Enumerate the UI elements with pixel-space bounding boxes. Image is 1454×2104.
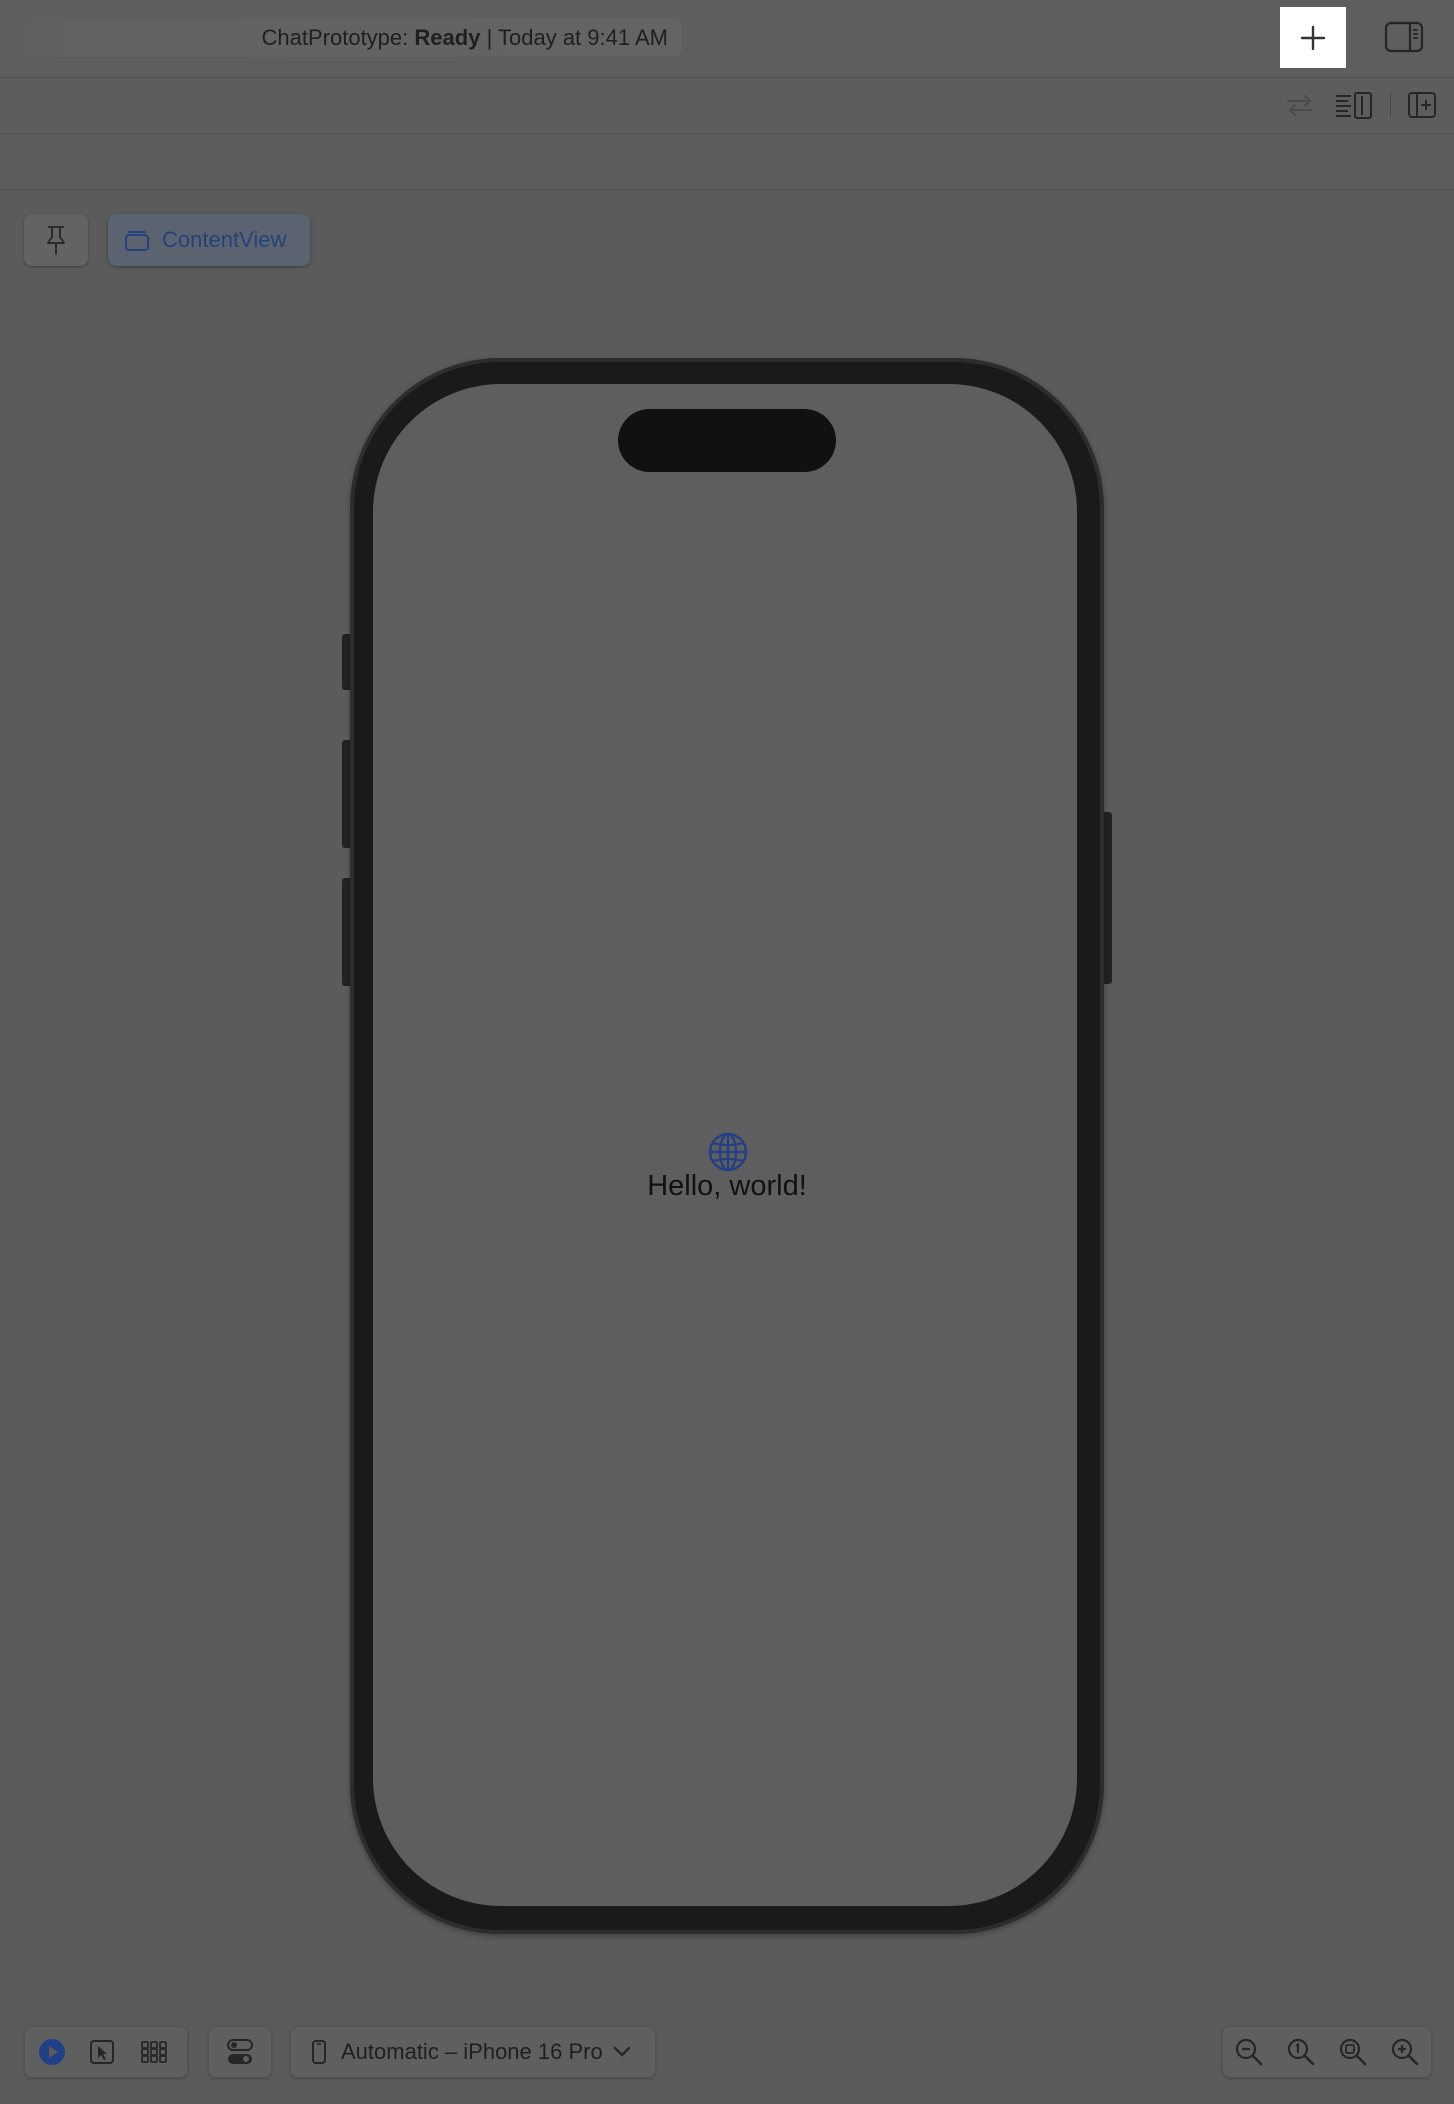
globe-icon xyxy=(708,1132,748,1172)
activity-status: ChatPrototype: Ready | Today at 9:41 AM xyxy=(0,18,682,57)
related-items-button[interactable] xyxy=(1284,90,1316,120)
preview-hello-text: Hello, world! xyxy=(647,1170,807,1202)
preview-mode-group xyxy=(24,2026,188,2078)
sidebar-right-icon xyxy=(1384,21,1424,53)
device-picker-label: Automatic – iPhone 16 Pro xyxy=(341,2039,603,2064)
pin-icon xyxy=(47,226,65,255)
status-project: ChatPrototype: xyxy=(261,25,409,50)
zoom-out-button[interactable] xyxy=(1235,2038,1263,2066)
status-timestamp: Today at 9:41 AM xyxy=(498,25,668,50)
zoom-in-icon xyxy=(1391,2038,1419,2066)
selectable-mode-button[interactable] xyxy=(79,2039,125,2065)
preview-globe xyxy=(707,1131,749,1173)
device-picker[interactable]: Automatic – iPhone 16 Pro xyxy=(290,2026,656,2078)
canvas-header-bar xyxy=(0,134,1454,190)
zoom-actual-size-button[interactable] xyxy=(1287,2038,1315,2066)
zoom-fit-icon xyxy=(1339,2038,1367,2066)
add-editor-icon xyxy=(1408,92,1436,118)
chevron-down-icon xyxy=(613,2046,630,2057)
swap-arrows-icon xyxy=(1287,95,1313,116)
variants-icon xyxy=(141,2041,167,2063)
inspector-toggle-button[interactable] xyxy=(1384,20,1424,54)
zoom-100-icon xyxy=(1287,2038,1315,2066)
window-toolbar: ChatPrototype: Ready | Today at 9:41 AM xyxy=(0,0,1454,78)
device-settings-button[interactable] xyxy=(208,2026,272,2078)
zoom-in-button[interactable] xyxy=(1391,2038,1419,2066)
status-state: Ready xyxy=(414,25,481,50)
dynamic-island xyxy=(618,409,836,472)
adjust-editor-icon xyxy=(1336,92,1372,119)
pin-preview-button[interactable] xyxy=(24,214,88,266)
status-separator: | xyxy=(486,25,493,50)
device-settings-icon xyxy=(227,2039,253,2064)
zoom-out-icon xyxy=(1235,2038,1263,2066)
variants-mode-button[interactable] xyxy=(125,2041,183,2063)
library-add-button[interactable] xyxy=(1280,7,1346,68)
stack-icon xyxy=(125,231,149,251)
preview-selector-chip[interactable]: ContentView xyxy=(108,214,310,266)
zoom-to-fit-button[interactable] xyxy=(1339,2038,1367,2066)
add-editor-button[interactable] xyxy=(1406,90,1438,120)
editor-jump-bar xyxy=(0,78,1454,134)
jump-bar-divider xyxy=(1390,92,1391,118)
iphone-icon xyxy=(312,2040,326,2064)
zoom-controls xyxy=(1222,2026,1432,2078)
adjust-editor-button[interactable] xyxy=(1334,90,1374,120)
plus-icon xyxy=(1300,25,1326,50)
selectable-icon xyxy=(90,2040,114,2064)
live-mode-button[interactable] xyxy=(25,2038,79,2066)
play-icon xyxy=(39,2039,65,2065)
preview-selector-label: ContentView xyxy=(162,227,287,252)
